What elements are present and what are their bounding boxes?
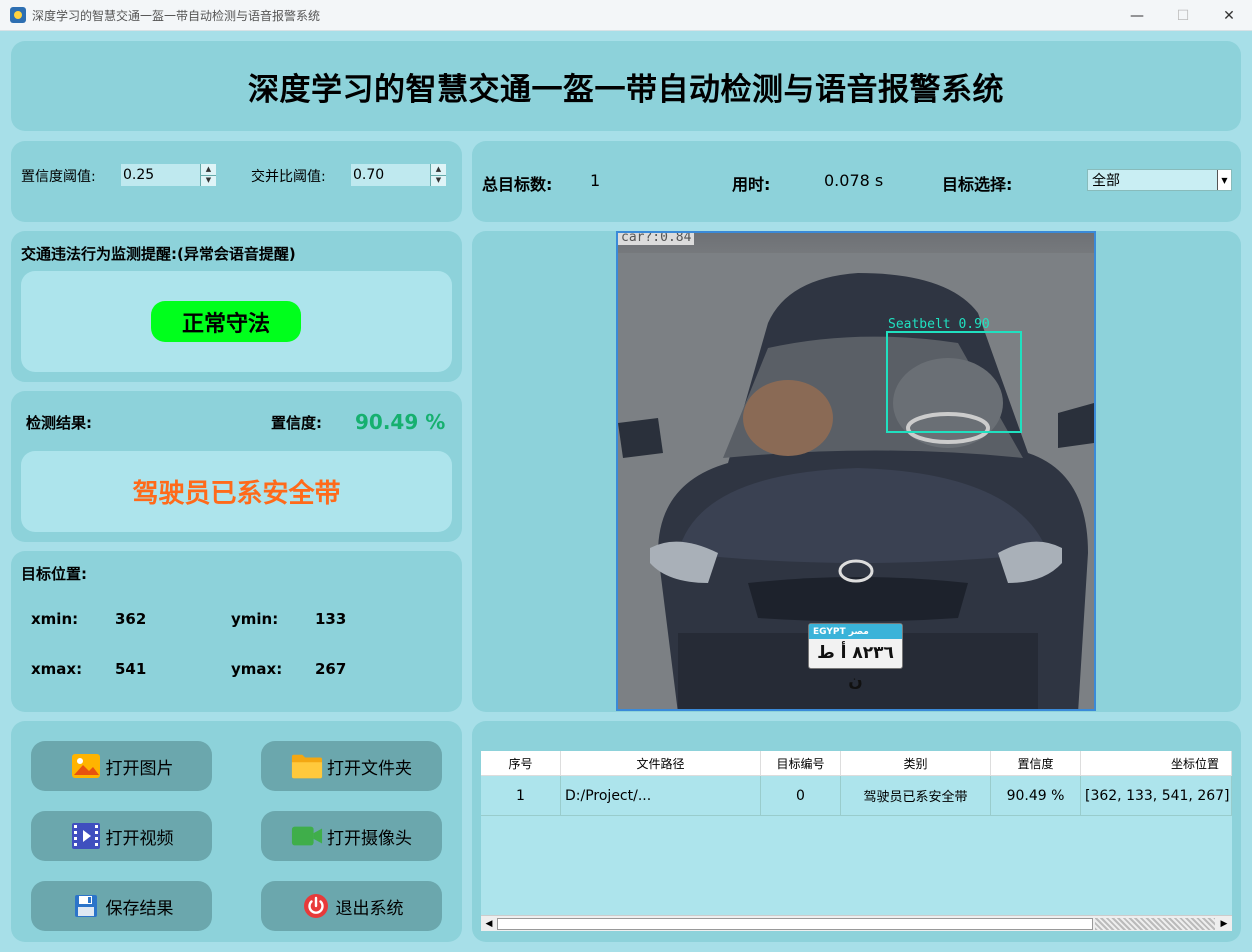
confidence-label: 置信度: — [271, 414, 322, 432]
minimize-button[interactable]: — — [1114, 0, 1160, 31]
stats-panel: 总目标数: 1 用时: 0.078 s 目标选择: 全部 ▼ — [472, 141, 1241, 222]
result-panel: 检测结果: 置信度: 90.49 % 驾驶员已系安全带 — [11, 391, 462, 542]
open-camera-button[interactable]: 打开摄像头 — [261, 811, 442, 861]
open-video-button[interactable]: 打开视频 — [31, 811, 212, 861]
table-header: 序号 文件路径 目标编号 类别 置信度 坐标位置 — [481, 751, 1232, 776]
xmin-label: xmin: — [31, 610, 79, 628]
violation-title: 交通违法行为监测提醒:(异常会语音提醒) — [21, 245, 296, 263]
save-label: 保存结果 — [105, 898, 174, 919]
detection-image: car?:0.84 Seatbelt 0.90 EGYPT مصر ٨٢٣٦ أ… — [616, 231, 1096, 711]
horizontal-scrollbar[interactable]: ◀ ▶ — [481, 915, 1232, 931]
column-header-path[interactable]: 文件路径 — [561, 751, 761, 775]
position-panel: 目标位置: xmin: 362 ymin: 133 xmax: 541 ymax… — [11, 551, 462, 712]
cell-index[interactable]: 1 — [481, 776, 561, 815]
violation-panel: 交通违法行为监测提醒:(异常会语音提醒) 正常守法 — [11, 231, 462, 382]
app-icon — [10, 7, 26, 23]
seatbelt-detection-box — [886, 331, 1022, 433]
video-icon — [70, 822, 102, 850]
spin-up-icon[interactable]: ▲ — [431, 164, 446, 175]
cell-coordinates[interactable]: [362, 133, 541, 267] — [1081, 776, 1232, 815]
iou-threshold-value: 0.70 — [353, 167, 385, 183]
total-targets-value: 1 — [590, 171, 601, 190]
results-table: 序号 文件路径 目标编号 类别 置信度 坐标位置 1 D:/Project/..… — [481, 751, 1232, 931]
header-panel: 深度学习的智慧交通一盔一带自动检测与语音报警系统 — [11, 41, 1241, 131]
cell-target-id[interactable]: 0 — [761, 776, 841, 815]
maximize-button[interactable]: ☐ — [1160, 0, 1206, 31]
plate-top-text: EGYPT مصر — [809, 624, 902, 639]
target-select-label: 目标选择: — [942, 175, 1013, 194]
cell-class[interactable]: 驾驶员已系安全带 — [841, 776, 991, 815]
window-title: 深度学习的智慧交通一盔一带自动检测与语音报警系统 — [32, 8, 321, 23]
results-table-panel: 序号 文件路径 目标编号 类别 置信度 坐标位置 1 D:/Project/..… — [472, 721, 1241, 942]
folder-icon — [291, 752, 323, 780]
ymax-label: ymax: — [231, 660, 283, 678]
time-value: 0.078 s — [824, 171, 884, 190]
spin-up-icon[interactable]: ▲ — [201, 164, 216, 175]
total-targets-label: 总目标数: — [482, 175, 553, 194]
image-panel: car?:0.84 Seatbelt 0.90 EGYPT مصر ٨٢٣٦ أ… — [472, 231, 1241, 712]
column-header-target-id[interactable]: 目标编号 — [761, 751, 841, 775]
save-icon — [70, 892, 102, 920]
ymin-value: 133 — [315, 610, 347, 628]
ymax-value: 267 — [315, 660, 347, 678]
open-camera-label: 打开摄像头 — [327, 828, 412, 849]
action-buttons-panel: 打开图片 打开文件夹 打开视频 打开摄像头 保存结果 退出系统 — [11, 721, 462, 942]
table-row[interactable]: 1 D:/Project/... 0 驾驶员已系安全带 90.49 % [362… — [481, 776, 1232, 816]
xmax-value: 541 — [115, 660, 147, 678]
window-controls: — ☐ ✕ — [1114, 0, 1252, 31]
cell-confidence[interactable]: 90.49 % — [991, 776, 1081, 815]
camera-icon — [291, 822, 323, 850]
xmax-label: xmax: — [31, 660, 83, 678]
conf-threshold-spinbox[interactable]: 0.25 ▲ ▼ — [121, 164, 216, 186]
open-image-button[interactable]: 打开图片 — [31, 741, 212, 791]
license-plate: EGYPT مصر ٨٢٣٦ أ ط ن — [808, 623, 903, 691]
scrollbar-track[interactable] — [1095, 918, 1215, 930]
iou-spin-arrows[interactable]: ▲ ▼ — [430, 164, 446, 186]
scrollbar-thumb[interactable] — [497, 918, 1093, 930]
car-detection-label: car?:0.84 — [618, 233, 695, 245]
target-select-value: 全部 — [1092, 173, 1120, 189]
open-image-label: 打开图片 — [105, 758, 174, 779]
window-titlebar: 深度学习的智慧交通一盔一带自动检测与语音报警系统 — ☐ ✕ — [0, 0, 1252, 31]
conf-threshold-value: 0.25 — [123, 167, 155, 183]
xmin-value: 362 — [115, 610, 147, 628]
exit-button[interactable]: 退出系统 — [261, 881, 442, 931]
violation-status-badge: 正常守法 — [151, 301, 301, 342]
result-label: 检测结果: — [26, 414, 92, 432]
position-title: 目标位置: — [21, 565, 87, 583]
page-title: 深度学习的智慧交通一盔一带自动检测与语音报警系统 — [248, 71, 1004, 108]
open-video-label: 打开视频 — [105, 828, 174, 849]
spin-down-icon[interactable]: ▼ — [201, 174, 216, 187]
column-header-coordinates[interactable]: 坐标位置 — [1081, 751, 1232, 775]
column-header-class[interactable]: 类别 — [841, 751, 991, 775]
column-header-index[interactable]: 序号 — [481, 751, 561, 775]
threshold-panel: 置信度阈值: 0.25 ▲ ▼ 交并比阈值: 0.70 ▲ ▼ — [11, 141, 462, 222]
spin-down-icon[interactable]: ▼ — [431, 174, 446, 187]
open-folder-button[interactable]: 打开文件夹 — [261, 741, 442, 791]
confidence-value: 90.49 % — [355, 410, 446, 434]
cell-path[interactable]: D:/Project/... — [561, 776, 761, 815]
power-icon — [300, 892, 332, 920]
close-button[interactable]: ✕ — [1206, 0, 1252, 31]
conf-spin-arrows[interactable]: ▲ ▼ — [200, 164, 216, 186]
target-select-dropdown[interactable]: 全部 ▼ — [1087, 169, 1232, 191]
ymin-label: ymin: — [231, 610, 279, 628]
seatbelt-detection-label: Seatbelt 0.90 — [888, 317, 990, 332]
time-label: 用时: — [732, 175, 771, 194]
scroll-right-icon[interactable]: ▶ — [1216, 916, 1232, 931]
iou-threshold-spinbox[interactable]: 0.70 ▲ ▼ — [351, 164, 446, 186]
open-folder-label: 打开文件夹 — [327, 758, 412, 779]
result-text: 驾驶员已系安全带 — [132, 479, 341, 509]
exit-label: 退出系统 — [335, 898, 404, 919]
result-box: 驾驶员已系安全带 — [21, 451, 452, 532]
plate-bottom-text: ٨٢٣٦ أ ط ن — [817, 643, 894, 691]
save-button[interactable]: 保存结果 — [31, 881, 212, 931]
chevron-down-icon[interactable]: ▼ — [1217, 170, 1231, 190]
conf-threshold-label: 置信度阈值: — [21, 169, 96, 185]
iou-threshold-label: 交并比阈值: — [251, 169, 326, 185]
column-header-confidence[interactable]: 置信度 — [991, 751, 1081, 775]
image-icon — [70, 752, 102, 780]
scroll-left-icon[interactable]: ◀ — [481, 916, 497, 931]
